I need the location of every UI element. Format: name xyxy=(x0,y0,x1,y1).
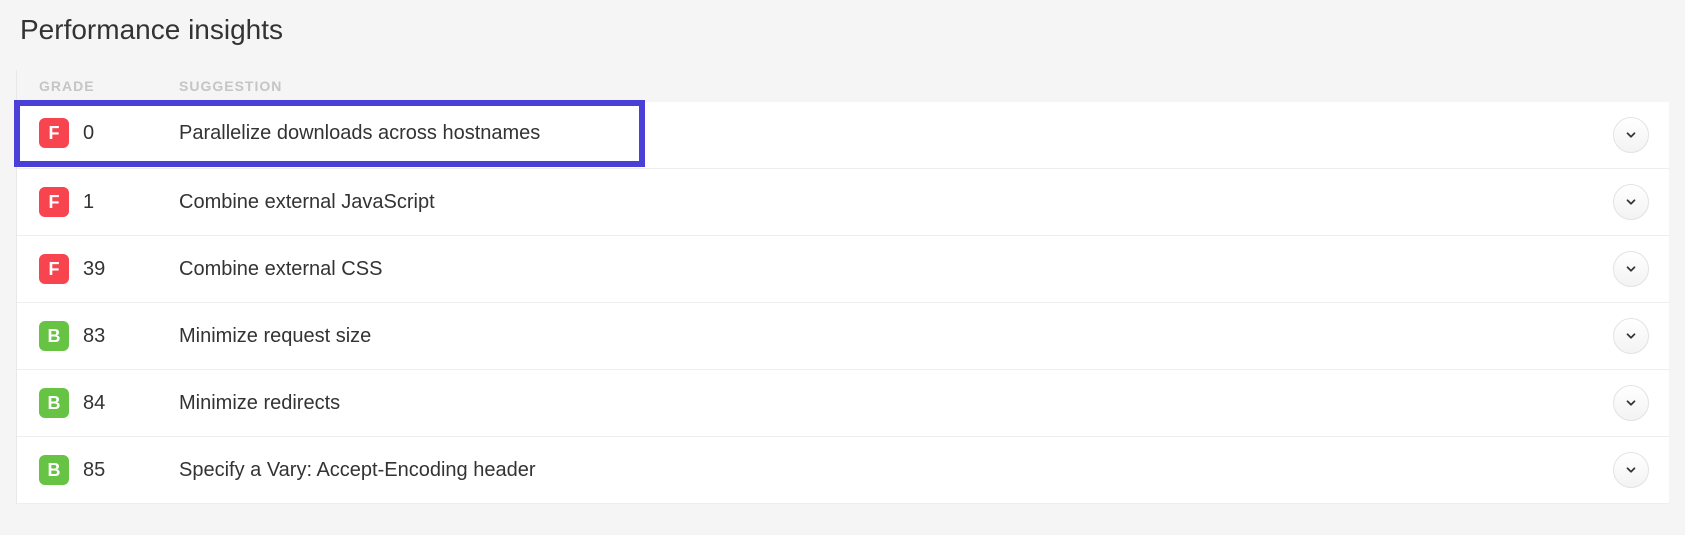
header-suggestion-label: SUGGESTION xyxy=(179,78,282,94)
insight-row[interactable]: F 1 Combine external JavaScript xyxy=(17,169,1669,236)
grade-badge: B xyxy=(39,321,69,351)
grade-cell: B 83 xyxy=(39,321,179,351)
grade-score: 83 xyxy=(83,325,105,348)
grade-cell: F 1 xyxy=(39,187,179,217)
insight-row[interactable]: B 85 Specify a Vary: Accept-Encoding hea… xyxy=(17,437,1669,504)
header-grade-label: GRADE xyxy=(39,78,179,94)
insight-row[interactable]: F 39 Combine external CSS xyxy=(17,236,1669,303)
expand-button[interactable] xyxy=(1613,452,1649,488)
grade-badge: B xyxy=(39,455,69,485)
suggestion-text: Minimize redirects xyxy=(179,392,1613,415)
expand-button[interactable] xyxy=(1613,184,1649,220)
chevron-down-icon xyxy=(1624,128,1638,142)
insights-header-row: GRADE SUGGESTION xyxy=(17,70,1669,103)
grade-score: 39 xyxy=(83,258,105,281)
expand-button[interactable] xyxy=(1613,318,1649,354)
expand-button[interactable] xyxy=(1613,251,1649,287)
grade-cell: F 39 xyxy=(39,254,179,284)
suggestion-text: Specify a Vary: Accept-Encoding header xyxy=(179,459,1613,482)
insight-row[interactable]: B 83 Minimize request size xyxy=(17,303,1669,370)
grade-badge: B xyxy=(39,388,69,418)
chevron-down-icon xyxy=(1624,195,1638,209)
suggestion-text: Minimize request size xyxy=(179,325,1613,348)
grade-cell: B 84 xyxy=(39,388,179,418)
expand-button[interactable] xyxy=(1613,385,1649,421)
chevron-down-icon xyxy=(1624,396,1638,410)
suggestion-text: Parallelize downloads across hostnames xyxy=(179,122,622,145)
grade-badge: F xyxy=(39,187,69,217)
grade-score: 1 xyxy=(83,191,94,214)
grade-cell: F 0 xyxy=(39,118,179,148)
grade-badge: F xyxy=(39,254,69,284)
chevron-down-icon xyxy=(1624,463,1638,477)
chevron-down-icon xyxy=(1624,262,1638,276)
grade-score: 84 xyxy=(83,392,105,415)
suggestion-text: Combine external CSS xyxy=(179,258,1613,281)
page-title: Performance insights xyxy=(16,14,1669,46)
grade-score: 85 xyxy=(83,459,105,482)
insight-row[interactable]: B 84 Minimize redirects xyxy=(17,370,1669,437)
grade-cell: B 85 xyxy=(39,455,179,485)
grade-badge: F xyxy=(39,118,69,148)
insight-row[interactable]: F 0 Parallelize downloads across hostnam… xyxy=(17,103,642,164)
expand-button[interactable] xyxy=(1613,117,1649,153)
suggestion-text: Combine external JavaScript xyxy=(179,191,1613,214)
insights-panel: GRADE SUGGESTION F 0 Parallelize downloa… xyxy=(16,70,1669,504)
grade-score: 0 xyxy=(83,122,94,145)
chevron-down-icon xyxy=(1624,329,1638,343)
